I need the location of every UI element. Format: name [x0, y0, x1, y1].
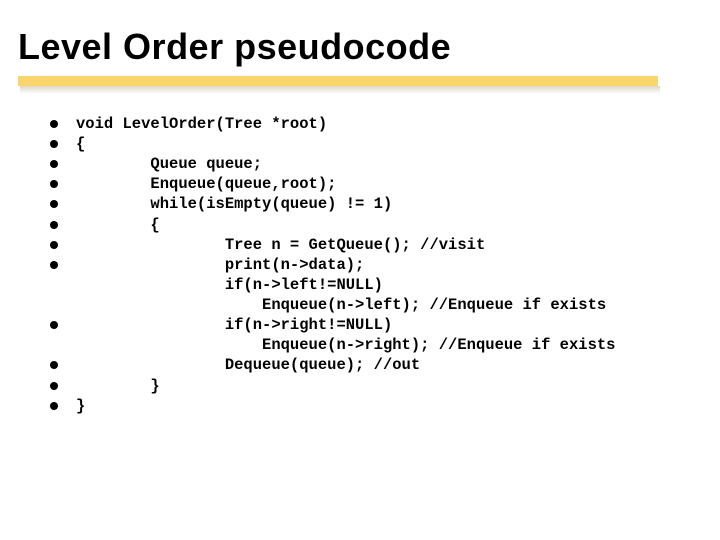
code-line: if(n->right!=NULL)	[50, 315, 702, 335]
code-text: }	[76, 376, 160, 396]
code-line: }	[50, 376, 702, 396]
bullet-icon	[50, 160, 58, 168]
code-text: Enqueue(queue,root);	[76, 174, 336, 194]
code-line: print(n->data);	[50, 255, 702, 275]
code-line: if(n->left!=NULL)	[50, 275, 702, 295]
bullet-icon	[50, 180, 58, 188]
title-divider	[18, 70, 702, 106]
code-line: Enqueue(queue,root);	[50, 174, 702, 194]
code-line: Enqueue(n->right); //Enqueue if exists	[50, 335, 702, 355]
bullet-icon	[50, 321, 58, 329]
code-text: {	[76, 215, 160, 235]
code-line: }	[50, 396, 702, 416]
bullet-icon	[50, 402, 58, 410]
code-text: if(n->right!=NULL)	[76, 315, 392, 335]
bullet-icon	[50, 140, 58, 148]
code-text: {	[76, 134, 85, 154]
code-line: Enqueue(n->left); //Enqueue if exists	[50, 295, 702, 315]
bullet-icon	[50, 200, 58, 208]
code-text: Queue queue;	[76, 154, 262, 174]
code-text: Tree n = GetQueue(); //visit	[76, 235, 485, 255]
code-line: {	[50, 215, 702, 235]
bullet-icon	[50, 261, 58, 269]
code-text: void LevelOrder(Tree *root)	[76, 114, 327, 134]
code-text: }	[76, 396, 85, 416]
bullet-icon	[50, 382, 58, 390]
bullet-icon	[50, 241, 58, 249]
code-text: while(isEmpty(queue) != 1)	[76, 194, 392, 214]
slide-title: Level Order pseudocode	[18, 28, 702, 66]
code-line: void LevelOrder(Tree *root)	[50, 114, 702, 134]
bullet-icon	[50, 361, 58, 369]
code-text: if(n->left!=NULL)	[76, 275, 383, 295]
bullet-icon	[50, 120, 58, 128]
code-line: Dequeue(queue); //out	[50, 355, 702, 375]
code-text: Dequeue(queue); //out	[76, 355, 420, 375]
divider-shadow	[20, 86, 660, 94]
code-line: while(isEmpty(queue) != 1)	[50, 194, 702, 214]
code-text: Enqueue(n->right); //Enqueue if exists	[76, 335, 616, 355]
bullet-icon	[50, 221, 58, 229]
code-line: Tree n = GetQueue(); //visit	[50, 235, 702, 255]
code-text: Enqueue(n->left); //Enqueue if exists	[76, 295, 606, 315]
code-block: void LevelOrder(Tree *root){ Queue queue…	[50, 114, 702, 416]
slide: Level Order pseudocode void LevelOrder(T…	[0, 0, 720, 540]
code-text: print(n->data);	[76, 255, 364, 275]
code-line: {	[50, 134, 702, 154]
code-line: Queue queue;	[50, 154, 702, 174]
divider-stripe	[18, 76, 658, 86]
